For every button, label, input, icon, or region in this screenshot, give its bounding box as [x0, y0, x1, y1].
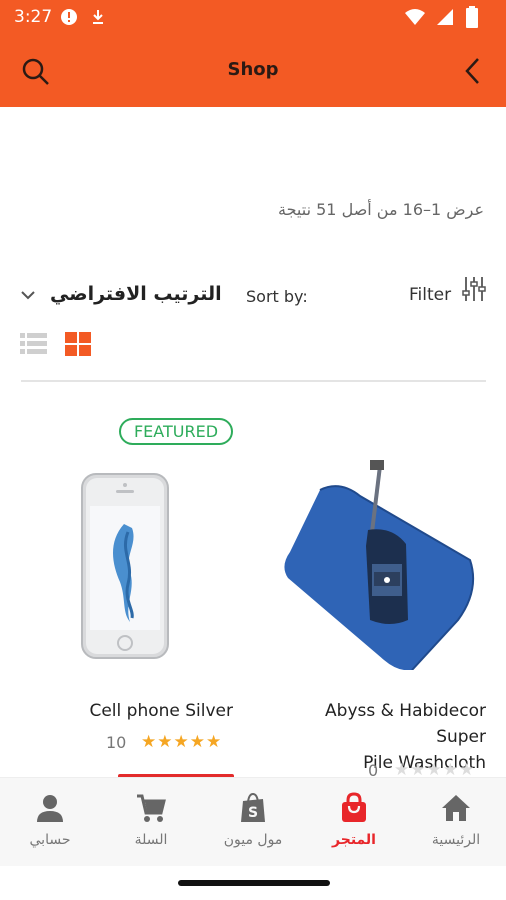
- person-icon: [37, 795, 63, 822]
- download-icon: [93, 10, 103, 24]
- rating-count: 10: [106, 733, 127, 752]
- signal-icon: [437, 9, 453, 25]
- sort-filter-bar: الترتيب الافتراضي Sort by: Filter: [0, 270, 506, 320]
- grid-view-icon[interactable]: [65, 332, 91, 356]
- filter-button[interactable]: Filter: [409, 285, 451, 305]
- nav-item-account[interactable]: حسابي: [0, 778, 100, 867]
- cart-icon: [137, 794, 166, 822]
- featured-badge: FEATURED: [119, 418, 233, 445]
- results-count: عرض 1–16 من أصل 51 نتيجة: [278, 200, 484, 219]
- app-header: Shop: [0, 34, 506, 107]
- nav-label: السلة: [134, 832, 168, 848]
- star-icon: ★: [206, 732, 223, 752]
- home-indicator[interactable]: [178, 880, 330, 886]
- star-icon: ★: [173, 732, 190, 752]
- star-icon: ★: [157, 732, 174, 752]
- nav-item-cart[interactable]: السلة: [101, 778, 201, 867]
- bottom-navigation: حسابي السلة S مول ميون المتجر الرئيسية: [0, 777, 506, 866]
- back-arrow-icon[interactable]: [462, 56, 484, 86]
- alert-icon: [61, 9, 77, 25]
- nav-item-mall[interactable]: S مول ميون: [203, 778, 303, 867]
- status-bar: 3:27: [0, 0, 506, 34]
- nav-label: الرئيسية: [431, 832, 481, 848]
- wifi-icon: [405, 9, 425, 25]
- nav-item-home[interactable]: الرئيسية: [406, 778, 506, 867]
- product-image-washcloth[interactable]: [280, 460, 480, 670]
- gesture-bar: [0, 866, 506, 900]
- divider: [21, 380, 486, 382]
- nav-label: حسابي: [29, 832, 71, 848]
- nav-item-store[interactable]: المتجر: [304, 778, 404, 867]
- star-icon: ★: [141, 732, 158, 752]
- filter-sliders-icon[interactable]: [461, 275, 487, 303]
- shopify-bag-icon: S: [241, 792, 265, 822]
- nav-label: المتجر: [332, 832, 376, 848]
- page-title: Shop: [227, 59, 279, 80]
- shopping-bag-icon: [342, 792, 366, 822]
- sort-label: Sort by:: [246, 287, 308, 306]
- sort-select[interactable]: الترتيب الافتراضي: [50, 283, 222, 305]
- product-title-line: Abyss & Habidecor Super: [325, 701, 486, 747]
- battery-icon: [466, 6, 478, 28]
- list-view-icon[interactable]: [20, 332, 47, 356]
- product-title[interactable]: Cell phone Silver: [40, 698, 233, 724]
- home-icon: [442, 795, 470, 821]
- product-image-phone[interactable]: [80, 472, 172, 662]
- chevron-down-icon[interactable]: [20, 288, 36, 302]
- star-icon: ★: [189, 732, 206, 752]
- nav-label: مول ميون: [223, 832, 283, 848]
- rating-stars: ★★★★★: [141, 732, 222, 752]
- svg-text:S: S: [248, 805, 258, 821]
- status-time: 3:27: [14, 7, 53, 27]
